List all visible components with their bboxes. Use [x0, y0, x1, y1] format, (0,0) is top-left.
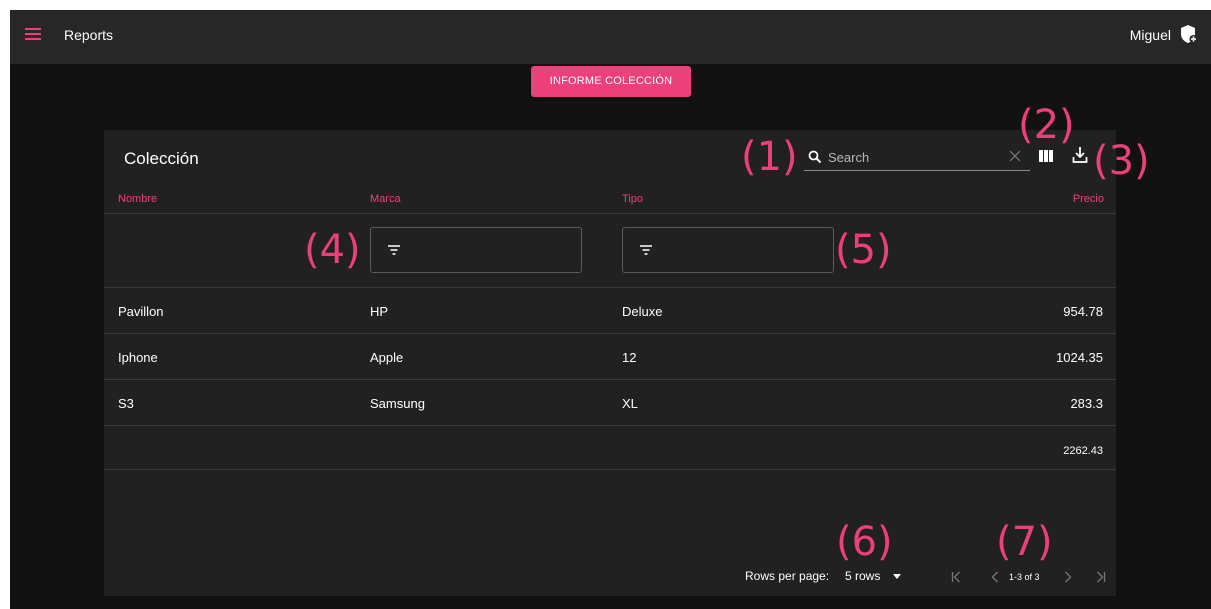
table-title: Colección — [124, 149, 199, 168]
row-divider — [104, 333, 1116, 334]
column-header-marca[interactable]: Marca — [370, 192, 401, 206]
collection-table-card: Colección Nombre Marca Tipo Precio — [104, 130, 1116, 596]
rows-per-page-value: 5 rows — [845, 569, 881, 583]
cell-tipo: XL — [622, 396, 638, 411]
marca-filter-input[interactable] — [370, 227, 582, 273]
last-page-icon[interactable] — [1096, 571, 1106, 583]
view-columns-icon[interactable] — [1039, 150, 1053, 162]
first-page-icon[interactable] — [951, 571, 961, 583]
total-divider — [104, 469, 1116, 470]
page-info: 1-3 of 3 — [1009, 572, 1040, 582]
hamburger-menu-icon[interactable] — [25, 28, 41, 42]
filter-icon — [640, 245, 652, 255]
tipo-filter-input[interactable] — [622, 227, 834, 273]
column-header-nombre[interactable]: Nombre — [118, 192, 157, 206]
annotation-3: (3) — [1093, 138, 1150, 184]
filter-icon — [388, 245, 400, 255]
clear-icon[interactable] — [1009, 150, 1021, 162]
annotation-7: (7) — [996, 519, 1053, 565]
annotation-1: (1) — [741, 134, 798, 180]
cell-nombre: Iphone — [118, 350, 158, 365]
cell-tipo: 12 — [622, 350, 637, 365]
cell-nombre: Pavillon — [118, 304, 164, 319]
previous-page-icon[interactable] — [991, 571, 999, 583]
rows-per-page-label: Rows per page: — [745, 569, 830, 583]
cell-nombre: S3 — [118, 396, 134, 411]
cell-tipo: Deluxe — [622, 304, 663, 319]
cell-marca: HP — [370, 304, 389, 319]
annotation-5: (5) — [835, 227, 892, 273]
search-field[interactable] — [804, 144, 1030, 171]
cell-precio: 283.3 — [1070, 396, 1103, 411]
next-page-icon[interactable] — [1064, 571, 1072, 583]
cell-marca: Apple — [370, 350, 404, 365]
annotation-4: (4) — [304, 227, 361, 273]
app-bar: Reports Miguel — [10, 10, 1211, 64]
cell-precio: 954.78 — [1063, 304, 1103, 319]
column-header-tipo[interactable]: Tipo — [622, 192, 643, 206]
annotation-2: (2) — [1018, 102, 1075, 148]
search-icon — [808, 150, 822, 164]
informe-coleccion-button[interactable]: INFORME COLECCIÓN — [531, 66, 691, 97]
cell-precio: 1024.35 — [1056, 350, 1103, 365]
rows-per-page-select[interactable]: 5 rows — [845, 567, 905, 585]
caret-down-icon — [893, 574, 901, 579]
header-divider — [104, 213, 1116, 214]
filter-divider — [104, 287, 1116, 288]
row-divider — [104, 425, 1116, 426]
annotation-6: (6) — [836, 519, 893, 565]
user-name: Miguel — [1129, 27, 1171, 43]
row-divider — [104, 379, 1116, 380]
download-icon[interactable] — [1072, 146, 1088, 164]
cell-marca: Samsung — [370, 396, 425, 411]
admin-shield-icon[interactable] — [1180, 24, 1198, 44]
column-header-precio[interactable]: Precio — [1073, 192, 1104, 206]
total-precio: 2262.43 — [1063, 445, 1103, 457]
search-input[interactable] — [828, 146, 1003, 168]
app-window: Reports Miguel INFORME COLECCIÓN Colecci… — [10, 10, 1211, 609]
app-title: Reports — [64, 27, 114, 43]
